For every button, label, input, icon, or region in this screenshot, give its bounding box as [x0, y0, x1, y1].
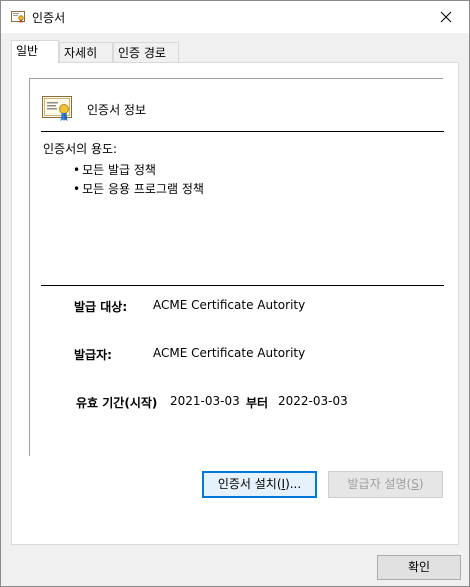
install-label-suffix: )...: [285, 477, 302, 491]
statement-label-prefix: 발급자 설명(: [347, 477, 412, 491]
install-certificate-button[interactable]: 인증서 설치(I)...: [202, 471, 317, 498]
divider: [41, 285, 444, 286]
install-label-prefix: 인증서 설치(: [217, 477, 282, 491]
issuer-statement-button[interactable]: 발급자 설명(S): [328, 471, 443, 498]
certificate-icon: [11, 10, 25, 24]
window-title: 인증서: [32, 11, 66, 25]
general-tab-panel: 인증서 정보 인증서의 용도: 모든 발급 정책 모든 응용 프로그램 정책 발…: [11, 62, 459, 545]
tab-certification-path[interactable]: 인증 경로: [113, 42, 179, 62]
ok-button[interactable]: 확인: [377, 555, 461, 580]
statement-label-suffix: ): [418, 477, 424, 491]
close-button[interactable]: [423, 1, 469, 33]
purpose-list: 모든 발급 정책 모든 응용 프로그램 정책: [73, 161, 204, 199]
certificate-info-box: 인증서 정보 인증서의 용도: 모든 발급 정책 모든 응용 프로그램 정책 발…: [29, 78, 444, 456]
purpose-item: 모든 응용 프로그램 정책: [73, 180, 204, 199]
purpose-item: 모든 발급 정책: [73, 161, 204, 180]
certificate-ribbon-icon: [42, 94, 74, 122]
purpose-title: 인증서의 용도:: [43, 142, 118, 156]
issued-to-value: ACME Certificate Autority: [153, 298, 306, 312]
divider: [41, 131, 444, 132]
valid-to-label: 부터: [246, 396, 269, 410]
certificate-dialog: 인증서 일반 자세히 인증 경로 인증서 정보 인증서의 용도: • 모든 발급…: [0, 0, 470, 587]
issued-by-label: 발급자:: [74, 348, 112, 362]
validity-label: 유효 기간(시작): [76, 396, 158, 410]
valid-from-value: 2021-03-03: [170, 394, 240, 408]
issued-by-value: ACME Certificate Autority: [153, 346, 306, 360]
tab-details[interactable]: 자세히: [59, 42, 113, 62]
tab-general[interactable]: 일반: [11, 40, 59, 63]
statement-accelerator: S: [411, 477, 419, 491]
valid-to-value: 2022-03-03: [278, 394, 348, 408]
issued-to-label: 발급 대상:: [74, 300, 128, 314]
certificate-info-heading: 인증서 정보: [87, 103, 147, 117]
close-icon: [440, 11, 452, 23]
title-bar: 인증서: [1, 1, 469, 33]
